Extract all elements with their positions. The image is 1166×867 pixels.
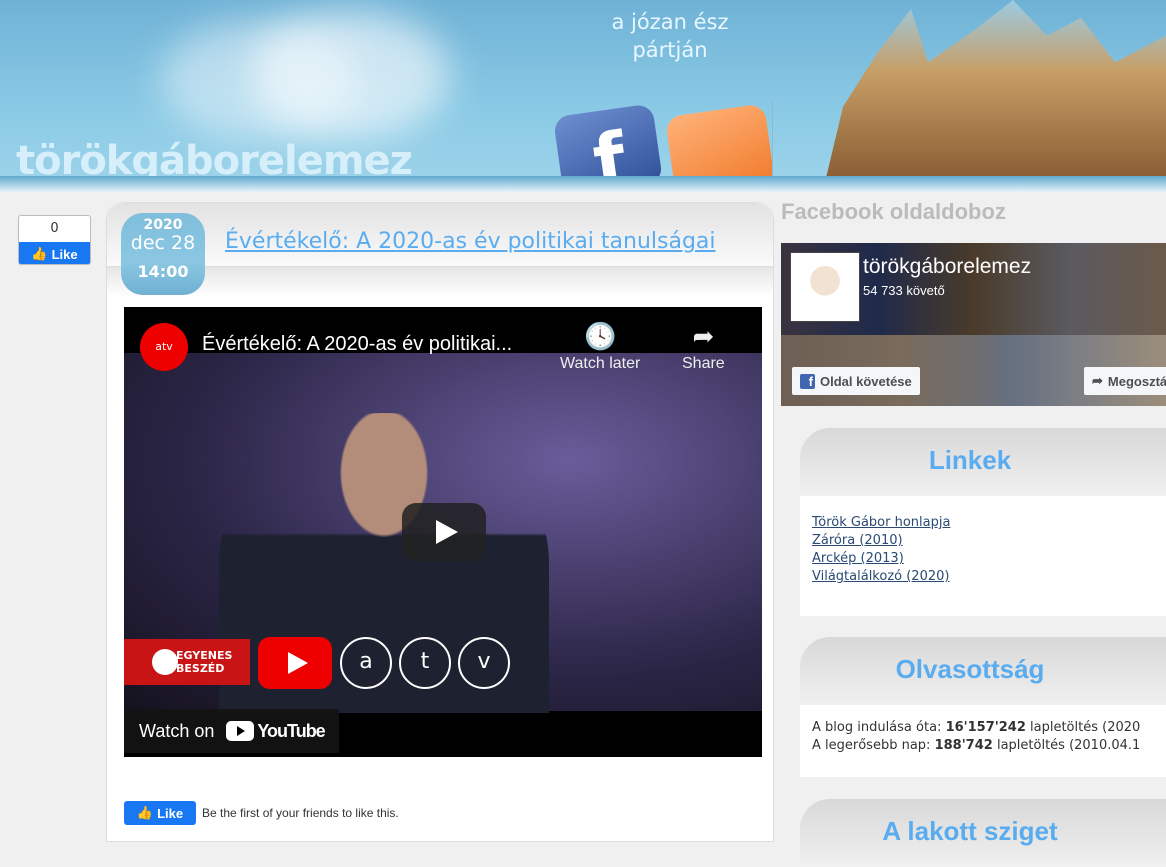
slogan-line: a józan ész: [611, 10, 729, 34]
share-label: Share: [682, 355, 725, 372]
channel-avatar[interactable]: atv: [140, 323, 188, 371]
date-day: dec 28: [130, 232, 196, 254]
stat-suffix: lapletöltés (2020: [1025, 720, 1141, 735]
youtube-wordmark: YouTube: [257, 720, 325, 741]
share-arrow-icon: ➦: [1092, 373, 1103, 388]
post-header-shade: [107, 267, 773, 297]
site-slogan: a józan ész pártján: [590, 8, 750, 64]
watch-later-button[interactable]: 🕓 Watch later: [560, 321, 640, 373]
post-date: 2020 dec 28 14:00: [121, 213, 205, 295]
share-page-button[interactable]: ➦ Megosztás: [1084, 367, 1166, 395]
widget-title: Olvasottság: [800, 637, 1166, 705]
like-button[interactable]: 👍 Like: [19, 242, 90, 264]
like-label: Like: [157, 805, 184, 821]
facebook-page-plugin: törökgáborelemez 54 733 követő f Oldal kö…: [781, 243, 1166, 406]
video-title[interactable]: Évértékelő: A 2020-as év politikai...: [202, 333, 512, 356]
clock-icon: 🕓: [583, 321, 617, 351]
youtube-logo: YouTube: [226, 720, 326, 742]
like-count: 0: [50, 221, 59, 236]
atv-letter: v: [458, 637, 510, 689]
readership-stats: A blog indulása óta: 16'157'242 lapletöl…: [800, 705, 1166, 777]
date-time: 14:00: [137, 262, 189, 281]
divider: [772, 100, 773, 178]
post-title-link[interactable]: Évértékelő: A 2020-as év politikai tanul…: [225, 229, 716, 254]
facebook-icon: f: [800, 373, 815, 389]
readership-widget: Olvasottság A blog indulása óta: 16'157'…: [800, 637, 1166, 777]
links-list: Török Gábor honlapja Záróra (2010) Arcké…: [800, 496, 1166, 616]
youtube-play-icon: [258, 637, 332, 689]
parliament-image: [826, 0, 1166, 178]
watch-later-label: Watch later: [560, 355, 641, 372]
facebook-box-title: Facebook oldaldoboz: [781, 199, 1006, 224]
like-label: Like: [51, 246, 78, 262]
like-social-text: Be the first of your friends to like thi…: [202, 806, 399, 820]
atv-letter: t: [399, 637, 451, 689]
youtube-embed[interactable]: atv Évértékelő: A 2020-as év politikai..…: [124, 307, 762, 757]
stat-suffix: lapletöltés (2010.04.1: [992, 738, 1141, 753]
island-widget: A lakott sziget: [800, 799, 1166, 867]
header-bar: [0, 176, 1166, 192]
thumbs-up-icon: 👍: [136, 805, 154, 820]
share-button[interactable]: ➦ Share: [682, 321, 725, 373]
links-widget: Linkek Török Gábor honlapja Záróra (2010…: [800, 428, 1166, 616]
youtube-icon: [226, 721, 255, 741]
page-avatar[interactable]: [790, 252, 860, 322]
show-badge: EGYENES BESZÉD: [124, 639, 250, 685]
follow-label: Oldal követése: [820, 373, 912, 389]
like-button[interactable]: 👍 Like: [124, 801, 196, 825]
cloud-decoration: [250, 10, 450, 140]
share-arrow-icon: ➦: [692, 321, 715, 351]
play-button[interactable]: [402, 503, 486, 561]
post-like-widget: 👍 Like Be the first of your friends to li…: [124, 801, 399, 825]
peak-day-downloads: A legerősebb nap: 188'742 lapletöltés (2…: [812, 737, 1166, 755]
atv-letter: a: [340, 637, 392, 689]
link-item[interactable]: Világtalálkozó (2020): [812, 568, 1166, 586]
stat-label: A legerősebb nap:: [812, 738, 935, 753]
blog-post: 2020 dec 28 14:00 Évértékelő: A 2020-as …: [106, 202, 774, 842]
thumbs-up-icon: 👍: [31, 246, 48, 261]
follow-page-button[interactable]: f Oldal követése: [792, 367, 920, 395]
badge-line: BESZÉD: [176, 662, 225, 675]
side-like-widget: 0 👍 Like: [18, 215, 91, 265]
share-label: Megosztás: [1107, 373, 1166, 389]
site-header: a józan ész pártján törökgáborelemez f: [0, 0, 1166, 192]
total-downloads: A blog indulása óta: 16'157'242 lapletöl…: [812, 719, 1166, 737]
page-name-link[interactable]: törökgáborelemez: [863, 255, 1031, 279]
link-item[interactable]: Török Gábor honlapja: [812, 514, 1166, 532]
watch-on-youtube-button[interactable]: Watch on YouTube: [124, 709, 339, 753]
widget-title: A lakott sziget: [800, 799, 1166, 867]
stat-value: 16'157'242: [945, 720, 1026, 735]
widget-title: Linkek: [800, 428, 1166, 496]
watch-on-label: Watch on: [139, 720, 215, 741]
link-item[interactable]: Arckép (2013): [812, 550, 1166, 568]
follower-count: 54 733 követő: [863, 283, 945, 298]
slogan-line: pártján: [632, 38, 708, 62]
badge-line: EGYENES: [176, 649, 233, 662]
date-year: 2020: [143, 217, 183, 233]
stat-label: A blog indulása óta:: [812, 720, 946, 735]
link-item[interactable]: Záróra (2010): [812, 532, 1166, 550]
stat-value: 188'742: [934, 738, 993, 753]
